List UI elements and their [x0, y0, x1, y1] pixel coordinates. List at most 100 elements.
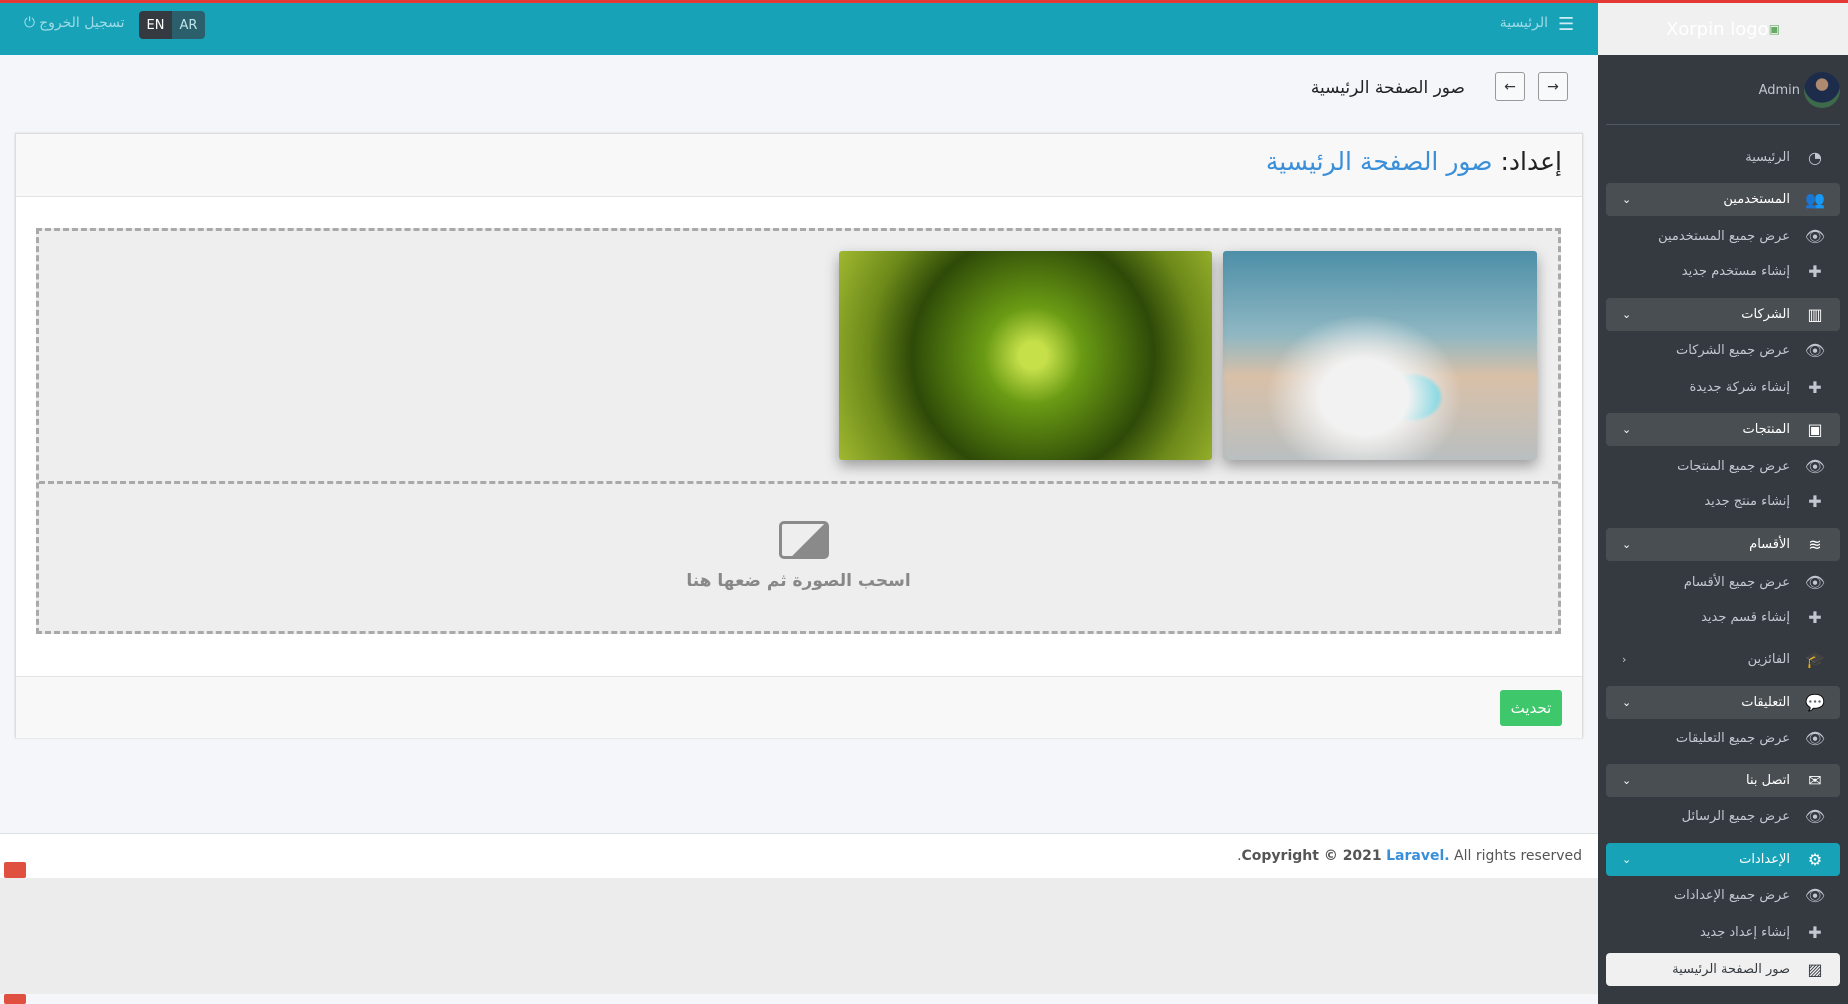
sidebar-item[interactable]: عرض جميع الشركات 👁	[1606, 334, 1840, 367]
broken-image-icon: ▣	[1768, 22, 1781, 36]
sidebar-item-label: إنشاء شركة جديدة	[1689, 380, 1790, 395]
sidebar-item-label: المستخدمين	[1723, 192, 1790, 207]
logo-alt-text: Xorpin logo	[1665, 18, 1769, 40]
lang-ar-button[interactable]: AR	[172, 11, 205, 39]
sidebar-item-label: عرض جميع المنتجات	[1677, 459, 1790, 474]
sidebar-item-label: الأقسام	[1749, 537, 1790, 552]
sidebar-item[interactable]: ⌄ المستخدمين 👥	[1606, 183, 1840, 216]
sidebar-item[interactable]: › الفائزين 🎓	[1606, 643, 1840, 676]
sidebar-item[interactable]: عرض جميع المستخدمين 👁	[1606, 220, 1840, 253]
layers-icon: ≋	[1808, 535, 1822, 554]
sidebar-item[interactable]: ⌄ اتصل بنا ✉	[1606, 764, 1840, 797]
lang-en-button[interactable]: EN	[139, 11, 172, 39]
sidebar-item-label: المنتجات	[1742, 422, 1790, 437]
broken-image-icon	[4, 862, 26, 878]
broken-image-icon	[4, 994, 26, 1004]
image-dropzone[interactable]: اسحب الصورة ثم ضعها هنا	[36, 228, 1561, 634]
brand-link[interactable]: Laravel.	[1386, 848, 1449, 864]
sidebar-item-label: إنشاء إعداد جديد	[1699, 925, 1790, 940]
page-title: صور الصفحة الرئيسية	[1310, 78, 1465, 98]
graduation-cap-icon: 🎓	[1805, 650, 1825, 669]
home-nav-link[interactable]: الرئيسية	[1500, 15, 1548, 31]
sidebar-item[interactable]: ⌄ التعليقات 💬	[1606, 686, 1840, 719]
sidebar-item-label: الشركات	[1741, 307, 1790, 322]
sidebar-item-label: إنشاء منتج جديد	[1704, 494, 1790, 509]
sidebar-item-label: إنشاء قسم جديد	[1701, 610, 1790, 625]
avatar[interactable]	[1804, 72, 1840, 108]
sidebar-item[interactable]: إنشاء إعداد جديد ✚	[1606, 916, 1840, 949]
sidebar-item[interactable]: ⌄ الأقسام ≋	[1606, 528, 1840, 561]
plus-icon: ✚	[1808, 492, 1822, 511]
sidebar-item[interactable]: عرض جميع الإعدادات 👁	[1606, 879, 1840, 912]
eye-icon: 👁	[1804, 807, 1826, 826]
power-icon: ⏻	[24, 15, 36, 31]
users-icon: 👥	[1805, 190, 1825, 209]
title-prefix: إعداد:	[1500, 147, 1563, 176]
back-button[interactable]: ←	[1495, 72, 1525, 101]
sidebar-item-label: الفائزين	[1747, 652, 1790, 667]
arrow-right-icon: →	[1547, 78, 1559, 95]
sidebar-item[interactable]: عرض جميع الرسائل 👁	[1606, 800, 1840, 833]
title-highlight: صور الصفحة الرئيسية	[1265, 147, 1493, 176]
chevron-right-icon: ›	[1622, 653, 1627, 666]
logo[interactable]: Xorpin logo ▣	[1598, 3, 1848, 55]
eye-icon: 👁	[1804, 729, 1826, 748]
logout-label: تسجيل الخروج	[39, 15, 125, 31]
chevron-down-icon: ⌄	[1622, 696, 1632, 709]
sidebar-item-label: عرض جميع الرسائل	[1681, 809, 1790, 824]
sidebar-item[interactable]: عرض جميع التعليقات 👁	[1606, 722, 1840, 755]
card-header: إعداد: صور الصفحة الرئيسية	[16, 134, 1582, 197]
lower-panel	[0, 878, 1598, 994]
card-title: إعداد: صور الصفحة الرئيسية	[1266, 147, 1562, 176]
update-button[interactable]: تحديث	[1500, 690, 1562, 726]
building-icon: ▥	[1807, 305, 1823, 324]
sidebar-item-label: عرض جميع المستخدمين	[1658, 229, 1790, 244]
sidebar-item-label: التعليقات	[1741, 695, 1790, 710]
sidebar-item[interactable]: عرض جميع الأقسام 👁	[1606, 566, 1840, 599]
images-icon: ▨	[1807, 960, 1823, 979]
copyright-label: Copyright © 2021	[1241, 848, 1382, 864]
chevron-down-icon: ⌄	[1622, 538, 1632, 551]
sidebar-item[interactable]: ⌄ الشركات ▥	[1606, 298, 1840, 331]
chevron-down-icon: ⌄	[1622, 853, 1632, 866]
sidebar-item-label: الرئيسية	[1745, 150, 1790, 165]
uploaded-image-plant[interactable]	[839, 251, 1212, 460]
sidebar-item-label: عرض جميع التعليقات	[1675, 731, 1790, 746]
dropzone-divider	[39, 481, 1558, 484]
copyright-text: .Copyright © 2021 Laravel. All rights re…	[1237, 848, 1582, 864]
sidebar-item-label: عرض جميع الإعدادات	[1673, 888, 1790, 903]
card-footer: تحديث	[16, 676, 1582, 738]
eye-icon: 👁	[1804, 227, 1826, 246]
sidebar-divider	[1606, 124, 1840, 125]
drop-instructions: اسحب الصورة ثم ضعها هنا	[686, 571, 911, 591]
user-name[interactable]: Admin	[1720, 83, 1800, 98]
sidebar-item-label: صور الصفحة الرئيسية	[1672, 962, 1790, 977]
sidebar-item-label: الإعدادات	[1739, 852, 1790, 867]
sidebar-item[interactable]: ⌄ الإعدادات ⚙	[1606, 843, 1840, 876]
footer: .Copyright © 2021 Laravel. All rights re…	[0, 833, 1598, 878]
eye-icon: 👁	[1804, 886, 1826, 905]
forward-button[interactable]: →	[1538, 72, 1568, 101]
sidebar-item-label: إنشاء مستخدم جديد	[1681, 264, 1790, 279]
sidebar-item[interactable]: عرض جميع المنتجات 👁	[1606, 450, 1840, 483]
eye-icon: 👁	[1804, 457, 1826, 476]
sidebar-item[interactable]: إنشاء قسم جديد ✚	[1606, 601, 1840, 634]
sidebar-item[interactable]: إنشاء شركة جديدة ✚	[1606, 371, 1840, 404]
logout-link[interactable]: ⏻ تسجيل الخروج	[24, 15, 125, 31]
arrow-left-icon: ←	[1504, 78, 1516, 95]
chevron-down-icon: ⌄	[1622, 423, 1632, 436]
sidebar-item[interactable]: إنشاء مستخدم جديد ✚	[1606, 255, 1840, 288]
sidebar-item[interactable]: ⌄ المنتجات ▣	[1606, 413, 1840, 446]
sidebar-item-label: عرض جميع الشركات	[1675, 343, 1790, 358]
sidebar-item-label: عرض جميع الأقسام	[1683, 575, 1790, 590]
plus-icon: ✚	[1808, 923, 1822, 942]
hamburger-menu-icon[interactable]: ☰	[1558, 14, 1574, 35]
sidebar-item[interactable]: إنشاء منتج جديد ✚	[1606, 485, 1840, 518]
sidebar-item[interactable]: الرئيسية ◔	[1606, 141, 1840, 174]
plus-icon: ✚	[1808, 262, 1822, 281]
eye-icon: 👁	[1804, 341, 1826, 360]
uploaded-image-car[interactable]	[1223, 251, 1537, 460]
sidebar-item[interactable]: صور الصفحة الرئيسية ▨	[1606, 953, 1840, 986]
image-placeholder-icon	[779, 521, 829, 559]
language-toggle: EN AR	[139, 11, 205, 39]
